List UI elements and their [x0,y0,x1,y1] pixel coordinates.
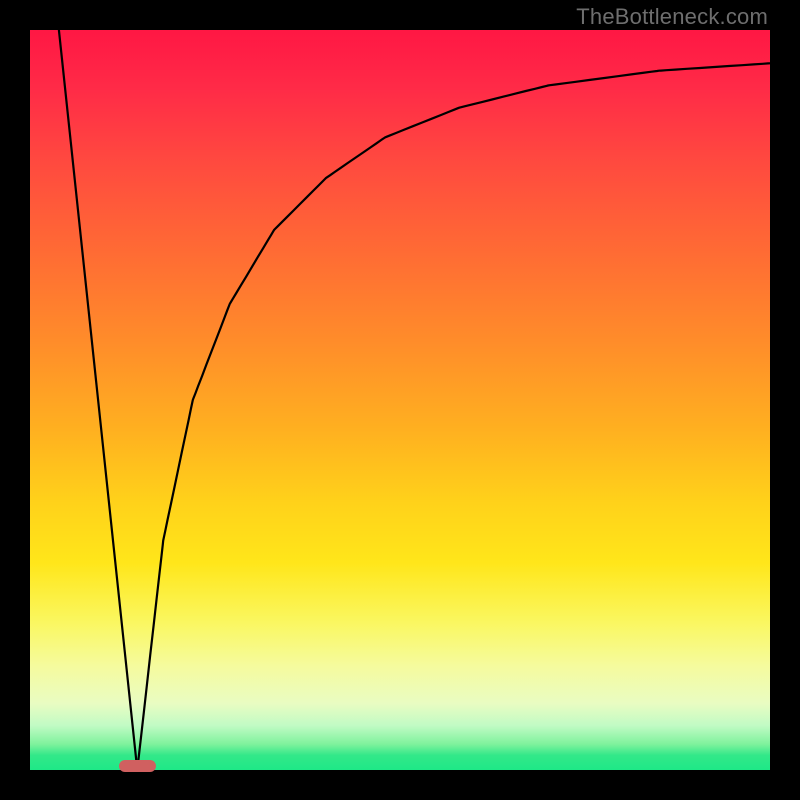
curve-left-branch [59,30,137,770]
notch-marker [119,760,156,772]
watermark-text: TheBottleneck.com [576,4,768,30]
curve-right-branch [137,63,770,770]
chart-curves [30,30,770,770]
chart-frame: TheBottleneck.com [0,0,800,800]
plot-area [30,30,770,770]
